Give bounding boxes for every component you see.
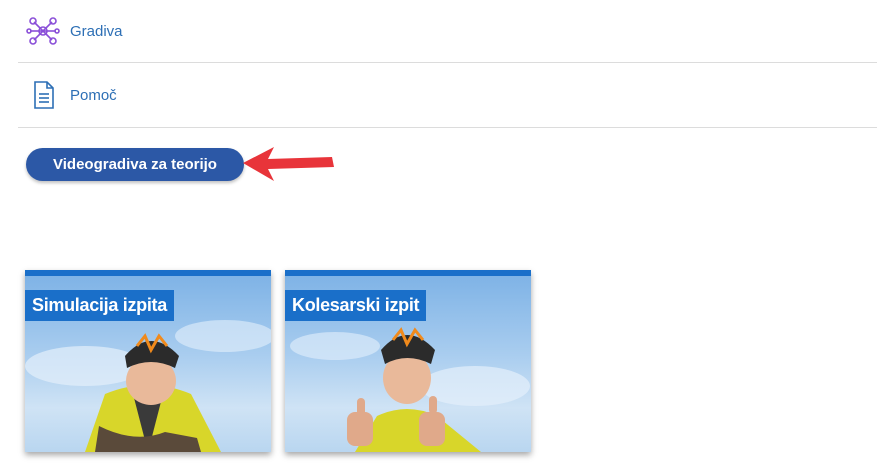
menu-item-label: Pomoč (70, 86, 117, 104)
videogradiva-button[interactable]: Videogradiva za teorijo (26, 148, 244, 181)
network-nodes-icon (26, 14, 60, 48)
document-icon (26, 78, 60, 112)
red-arrow-annotation (243, 147, 334, 181)
menu-item-pomoc[interactable]: Pomoč (18, 63, 877, 128)
card-simulacija-izpita[interactable]: Simulacija izpita (25, 270, 271, 452)
card-title: Kolesarski izpit (285, 290, 427, 321)
card-kolesarski-izpit[interactable]: Kolesarski izpit (285, 270, 531, 452)
card-title: Simulacija izpita (25, 290, 174, 321)
menu-item-gradiva[interactable]: Gradiva (18, 0, 877, 63)
menu-item-label: Gradiva (70, 22, 123, 40)
